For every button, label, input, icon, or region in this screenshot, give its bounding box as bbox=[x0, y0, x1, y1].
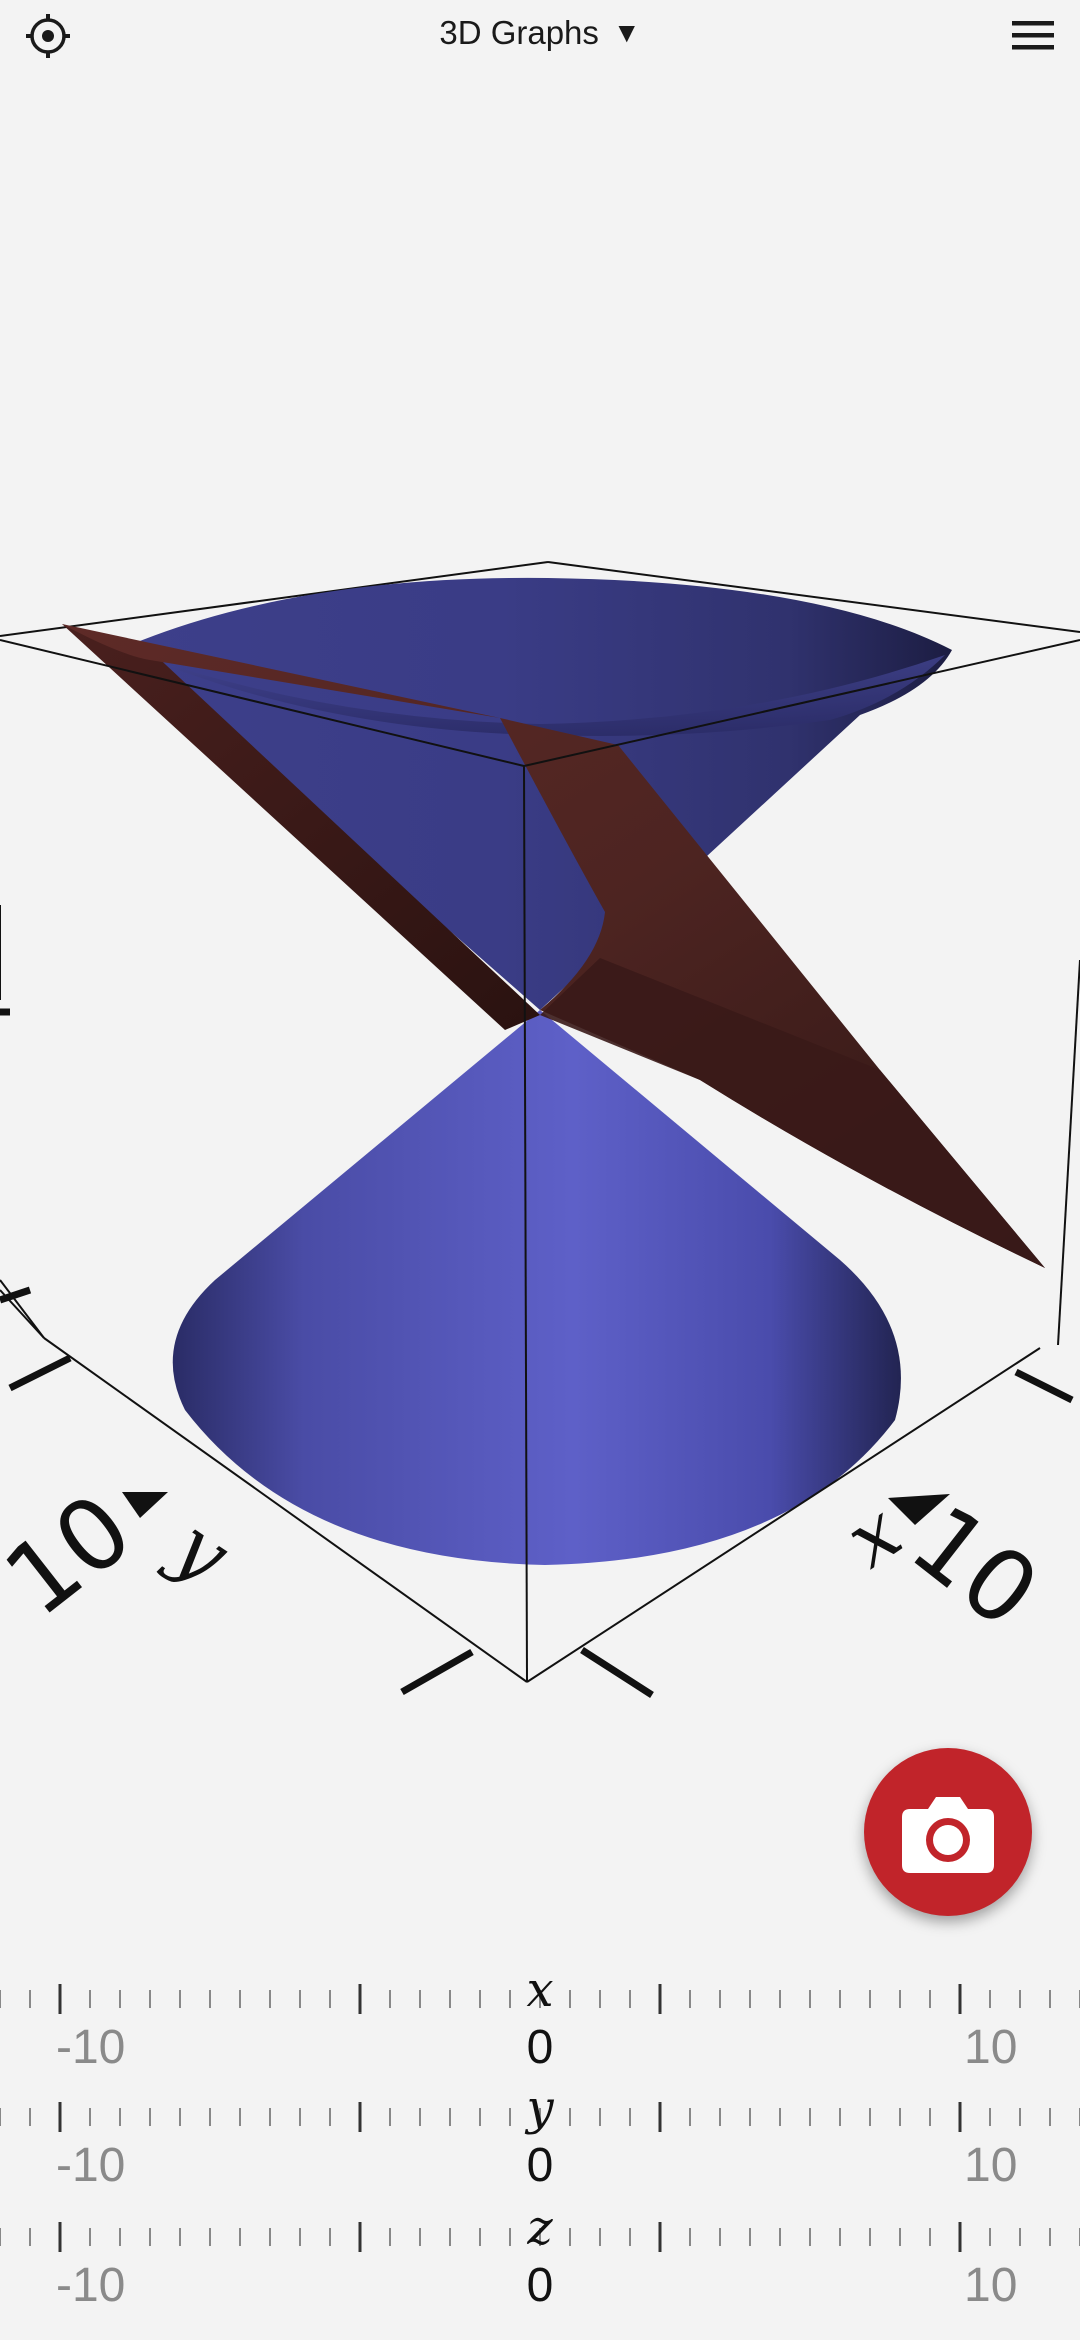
z-slider-max: 10 bbox=[964, 2259, 1018, 2312]
x-slider-value: 0 bbox=[526, 2021, 554, 2074]
y-axis-arrow bbox=[122, 1492, 168, 1518]
y-axis-label-group: y 10 bbox=[0, 1472, 245, 1639]
screenshot-button[interactable] bbox=[864, 1748, 1032, 1916]
x-slider-max: 10 bbox=[964, 2021, 1018, 2074]
top-bar: 3D Graphs ▼ bbox=[0, 0, 1080, 66]
y-slider-value: 0 bbox=[526, 2139, 554, 2192]
graph-type-dropdown[interactable]: 3D Graphs ▼ bbox=[400, 8, 680, 58]
y-slider-max: 10 bbox=[964, 2139, 1018, 2192]
dropdown-caret-icon: ▼ bbox=[612, 17, 641, 48]
app-root: 3D Graphs ▼ x 10 y 10 x -10 0 10 y -10 0… bbox=[0, 0, 1080, 2340]
menu-button[interactable] bbox=[1002, 4, 1066, 68]
graph-type-label: 3D Graphs bbox=[439, 14, 599, 51]
z-slider[interactable]: z -10 0 10 bbox=[0, 2200, 1080, 2316]
graph-view: x 10 y 10 bbox=[0, 561, 1080, 1698]
z-slider-value: 0 bbox=[526, 2259, 554, 2312]
camera-icon bbox=[902, 1797, 994, 1873]
x-slider-min: -10 bbox=[56, 2021, 126, 2074]
graph-canvas[interactable]: x 10 y 10 bbox=[0, 66, 1080, 1720]
settings-icon bbox=[26, 14, 70, 58]
y-slider-min: -10 bbox=[56, 2139, 126, 2192]
z-slider-variable: z bbox=[527, 2200, 553, 2256]
y-slider[interactable]: y -10 0 10 bbox=[0, 2080, 1080, 2196]
y-slider-variable: y bbox=[526, 2080, 554, 2136]
x-slider[interactable]: x -10 0 10 bbox=[0, 1962, 1080, 2078]
settings-button[interactable] bbox=[16, 4, 80, 68]
hamburger-menu-icon bbox=[1012, 21, 1054, 50]
y-axis-label: y bbox=[155, 1499, 245, 1600]
x-axis-label-group: x 10 bbox=[830, 1484, 1058, 1651]
z-slider-min: -10 bbox=[56, 2259, 126, 2312]
x-slider-variable: x bbox=[526, 1962, 554, 2018]
